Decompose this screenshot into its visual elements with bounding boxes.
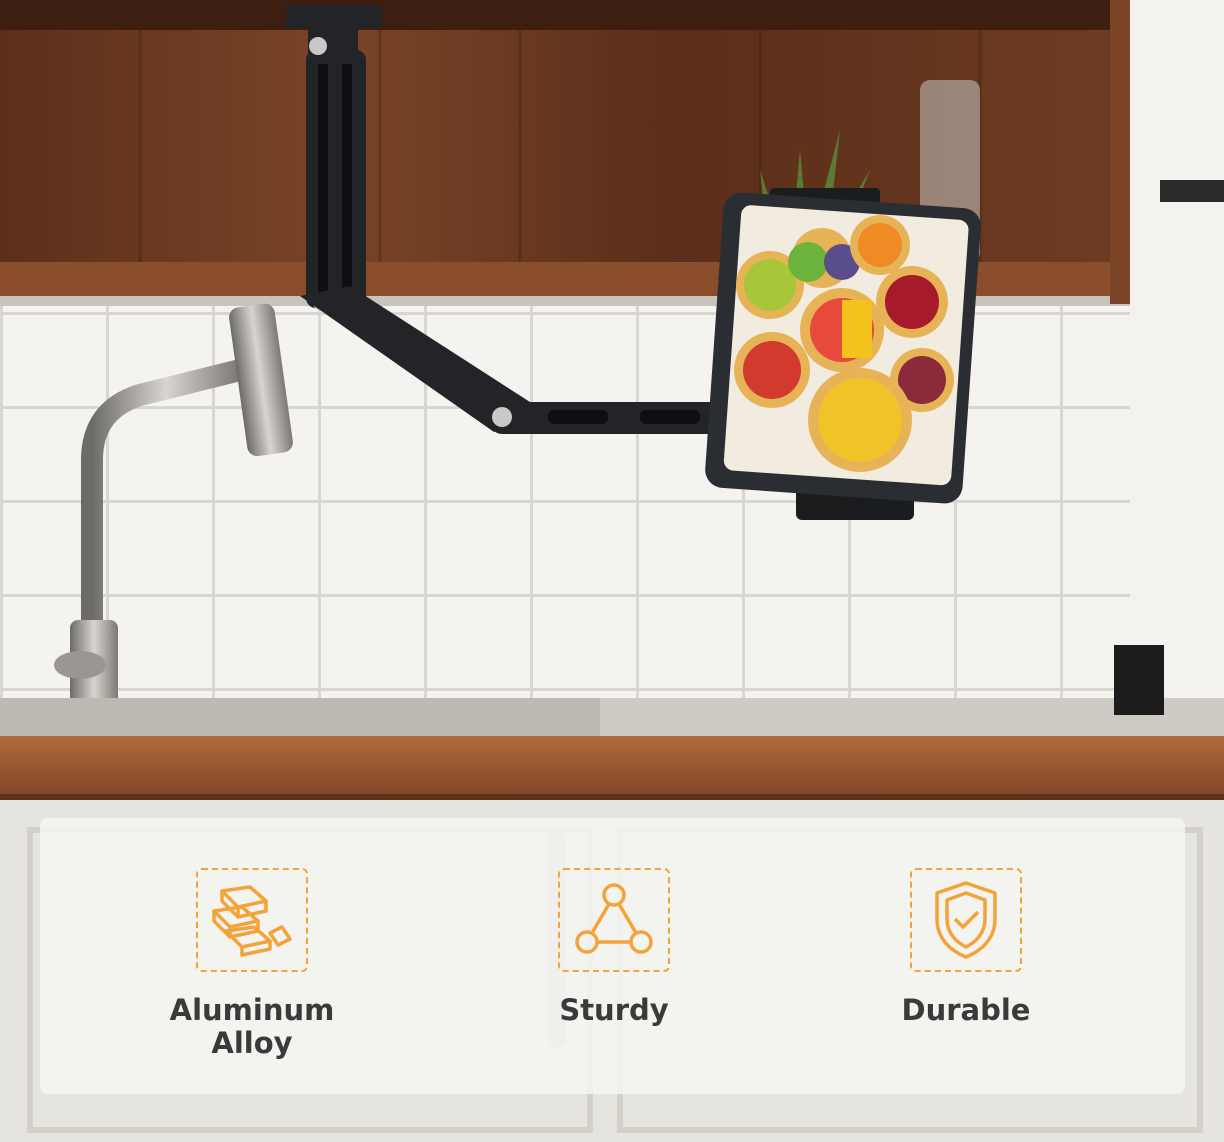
gold-bars-icon: [196, 868, 308, 972]
tablet: [705, 188, 981, 520]
feature-label: Aluminum Alloy: [169, 993, 335, 1060]
feature-label: Durable: [901, 993, 1031, 1027]
shield-check-icon: [910, 868, 1022, 972]
feature-panel: Aluminum Alloy Sturdy Durable: [40, 818, 1185, 1094]
feature-durable: Durable: [816, 868, 1116, 1027]
feature-aluminum-alloy: Aluminum Alloy: [102, 868, 402, 1060]
feature-sturdy: Sturdy: [464, 868, 764, 1027]
tile-wall: [0, 300, 1224, 700]
countertop: [0, 736, 1224, 798]
right-wall: [1130, 0, 1224, 700]
triangle-nodes-icon: [558, 868, 670, 972]
sink: [0, 698, 600, 738]
feature-label: Sturdy: [559, 993, 669, 1027]
